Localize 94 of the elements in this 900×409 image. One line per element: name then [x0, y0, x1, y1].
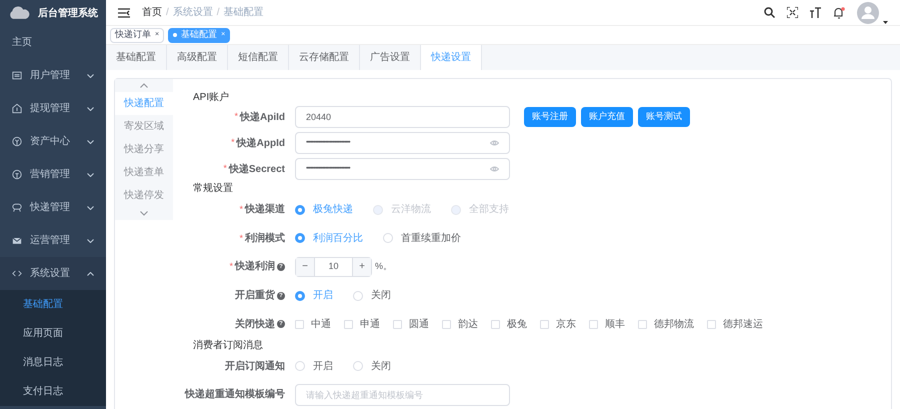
eye-icon[interactable] [490, 140, 499, 146]
menu-item[interactable]: 用户管理 [0, 59, 106, 92]
radio-option: 全部支持 [451, 202, 509, 218]
breadcrumb-separator: / [166, 6, 169, 20]
field-label: 快递AppId [236, 136, 285, 151]
field-label: 快递超重通知模板编号 [185, 387, 285, 402]
checkbox-option[interactable]: 德邦物流 [638, 316, 694, 332]
checkbox-option[interactable]: 顺丰 [589, 316, 625, 332]
menu-item[interactable]: 资产中心 [0, 125, 106, 158]
checkbox-option[interactable]: 申通 [344, 316, 380, 332]
vehicle-icon [12, 202, 22, 213]
field-label: 利润模式 [245, 231, 285, 246]
section-title: 常规设置 [193, 182, 234, 196]
checkbox[interactable] [707, 320, 716, 329]
coin-icon [12, 169, 22, 180]
checkbox-option[interactable]: 韵达 [442, 316, 478, 332]
caret-icon[interactable] [883, 20, 888, 24]
search-icon[interactable] [764, 7, 775, 18]
coin-icon [12, 136, 22, 147]
radio-option: 云洋物流 [373, 202, 431, 218]
radio-option[interactable]: 关闭 [353, 288, 391, 304]
checkbox[interactable] [295, 320, 304, 329]
app-title: 后台管理系统 [38, 6, 98, 20]
action-button[interactable]: 账号测试 [638, 107, 690, 128]
checkbox[interactable] [393, 320, 402, 329]
breadcrumb-separator: / [216, 6, 220, 20]
number-field[interactable]: − 10 + [295, 256, 372, 277]
required-mark: * [239, 202, 243, 216]
menu-icon[interactable] [118, 8, 130, 18]
menu-item[interactable]: 主页 [0, 26, 106, 59]
envelope-icon [12, 235, 22, 246]
tab[interactable]: 短信配置 [228, 45, 289, 70]
decrement-button[interactable]: − [296, 258, 315, 276]
radio-button[interactable] [295, 290, 305, 301]
section-title: 消费者订阅消息 [193, 338, 264, 352]
action-button[interactable]: 账户充值 [581, 107, 633, 128]
required-mark: * [231, 136, 235, 150]
unit-text: %。 [375, 260, 392, 274]
checkbox[interactable] [638, 320, 647, 329]
menu-item[interactable]: 快递管理 [0, 191, 106, 224]
checkbox[interactable] [589, 320, 598, 329]
section-title: API账户 [193, 91, 230, 104]
radio-button[interactable] [295, 233, 305, 244]
house-icon [12, 103, 22, 114]
submenu-item[interactable]: 消息日志 [0, 348, 106, 377]
eye-icon[interactable] [490, 166, 499, 172]
chevron-down-icon[interactable] [140, 211, 148, 216]
checkbox[interactable] [442, 320, 451, 329]
increment-button[interactable]: + [352, 258, 371, 276]
checkbox-option[interactable]: 圆通 [393, 316, 429, 332]
field-label: 快递Secrect [228, 162, 285, 177]
checkbox-option[interactable]: 中通 [295, 316, 331, 332]
submenu-item[interactable]: 基础配置 [0, 290, 106, 319]
checkbox[interactable] [540, 320, 549, 329]
field-label: 开启订阅通知 [225, 359, 285, 374]
field-label: 快递渠道 [245, 202, 285, 218]
checkbox-option[interactable]: 极兔 [491, 316, 527, 332]
breadcrumb-current: 基础配置 [224, 6, 264, 20]
menu-item[interactable]: 运营管理 [0, 224, 106, 257]
cloud-logo-icon [8, 5, 30, 21]
menu-item[interactable]: 营销管理 [0, 158, 106, 191]
radio-option[interactable]: 首重续重加价 [383, 230, 461, 246]
radio-button[interactable] [295, 204, 305, 215]
bell-icon[interactable] [833, 6, 845, 18]
menu-item[interactable]: 提现管理 [0, 92, 106, 125]
field-label: 关闭快递 [235, 317, 275, 332]
radio-option[interactable]: 关闭 [353, 358, 391, 374]
checkbox-option[interactable]: 德邦速运 [707, 316, 763, 332]
checkbox[interactable] [344, 320, 353, 329]
breadcrumb-link[interactable]: 首页 [142, 5, 162, 20]
submenu-item[interactable]: 支付日志 [0, 377, 106, 406]
id-card-icon [12, 70, 22, 81]
checkbox-option[interactable]: 京东 [540, 316, 576, 332]
required-mark: * [239, 232, 243, 245]
input-field[interactable]: 20440 [295, 106, 510, 128]
checkbox[interactable] [491, 320, 500, 329]
code-icon [12, 268, 22, 279]
font-size-icon[interactable] [810, 7, 821, 18]
radio-option[interactable]: 开启 [295, 358, 333, 374]
menu-item[interactable]: 系统设置 [0, 257, 106, 290]
field-label: 开启重货 [235, 288, 275, 304]
action-button[interactable]: 账号注册 [524, 107, 576, 128]
required-mark: * [229, 260, 233, 274]
chevron-up-icon[interactable] [140, 83, 148, 88]
tab[interactable]: 高级配置 [167, 45, 228, 70]
required-mark: * [234, 110, 238, 124]
fullscreen-icon[interactable] [787, 7, 798, 18]
submenu-item[interactable]: 应用页面 [0, 319, 106, 348]
required-mark: * [223, 162, 227, 176]
input-field[interactable]: 请输入快递超重通知模板编号 [295, 384, 510, 406]
tab[interactable]: 云存储配置 [289, 45, 360, 70]
field-label: 快递ApiId [240, 110, 285, 125]
field-label: 快递利润 [235, 259, 275, 274]
tab[interactable]: 基础配置 [106, 45, 167, 70]
